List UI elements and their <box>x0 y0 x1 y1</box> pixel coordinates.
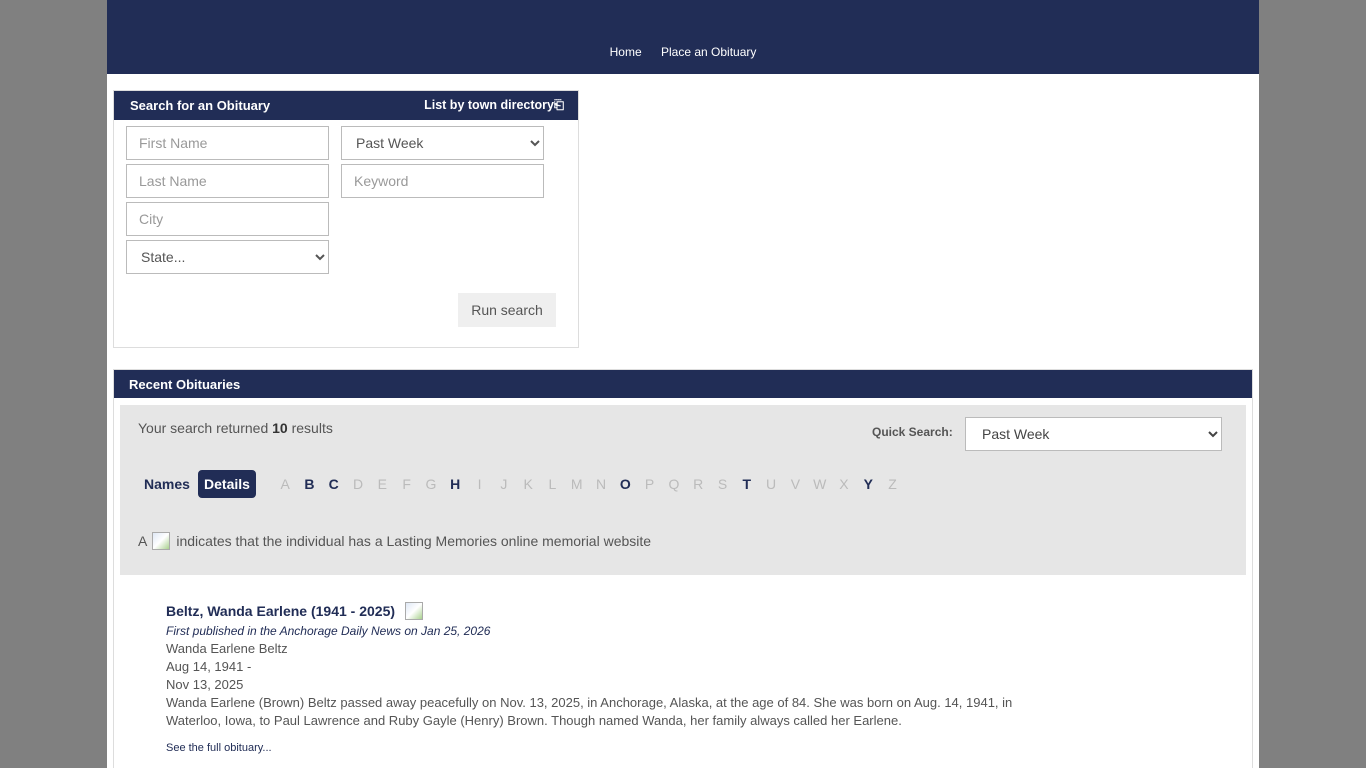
letter-g: G <box>425 476 437 492</box>
full-obituary-link[interactable]: See the full obituary... <box>166 742 272 754</box>
view-details-toggle[interactable]: Details <box>198 470 256 498</box>
recent-obituaries-header: Recent Obituaries <box>114 370 1252 398</box>
letter-k: K <box>523 476 533 492</box>
obituary-line: Nov 13, 2025 <box>166 677 244 692</box>
letter-n: N <box>595 476 607 492</box>
obituary-name-link[interactable]: Beltz, Wanda Earlene (1941 - 2025) <box>166 603 395 619</box>
letter-c[interactable]: C <box>322 476 346 492</box>
quick-search-select[interactable]: Past Week <box>965 417 1222 451</box>
letter-u: U <box>766 476 777 492</box>
memorial-legend: A indicates that the individual has a La… <box>138 532 651 550</box>
letter-r: R <box>693 476 704 492</box>
town-directory-link[interactable]: List by town directory⎗ <box>424 98 564 113</box>
legend-prefix: A <box>138 533 151 549</box>
letter-x: X <box>839 476 849 492</box>
last-name-input[interactable] <box>126 164 329 198</box>
letter-m: M <box>570 476 583 492</box>
nav-place-obituary-link[interactable]: Place an Obituary <box>661 45 756 59</box>
recent-obituaries-panel: Recent Obituaries Your search returned 1… <box>113 369 1253 768</box>
main-nav: Home Place an Obituary <box>107 45 1259 59</box>
letter-w: W <box>813 476 827 492</box>
view-names-toggle[interactable]: Names <box>144 476 190 492</box>
letter-o[interactable]: O <box>613 476 637 492</box>
letter-s: S <box>717 476 728 492</box>
obituary-line: Wanda Earlene Beltz <box>166 641 288 656</box>
letter-a: A <box>280 476 290 492</box>
state-select[interactable]: State... <box>126 240 329 274</box>
letter-j: J <box>500 476 508 492</box>
obituary-name-row: Beltz, Wanda Earlene (1941 - 2025) <box>166 602 1046 620</box>
letter-b[interactable]: B <box>297 476 321 492</box>
page: Home Place an Obituary Search for an Obi… <box>107 0 1259 768</box>
letter-e: E <box>377 476 387 492</box>
legend-text: indicates that the individual has a Last… <box>172 533 652 549</box>
letter-d: D <box>352 476 364 492</box>
published-info: First published in the Anchorage Daily N… <box>166 624 491 638</box>
obituary-line: Wanda Earlene (Brown) Beltz passed away … <box>166 695 1013 710</box>
period-select[interactable]: Past Week <box>341 126 544 160</box>
results-count: 10 <box>272 420 288 436</box>
run-search-button[interactable]: Run search <box>458 293 556 327</box>
keyword-input[interactable] <box>341 164 544 198</box>
letter-i: I <box>477 476 482 492</box>
memorial-image-icon <box>152 532 171 550</box>
obituary-line: Waterloo, Iowa, to Paul Lawrence and Rub… <box>166 713 902 728</box>
results-summary: Your search returned 10 results <box>138 420 333 436</box>
obituary-line: Aug 14, 1941 - <box>166 659 252 674</box>
recent-obituaries-title: Recent Obituaries <box>129 377 241 392</box>
first-name-input[interactable] <box>126 126 329 160</box>
memorial-image-icon[interactable] <box>404 602 423 620</box>
quick-search-label: Quick Search: <box>872 425 953 439</box>
search-panel-title: Search for an Obituary <box>130 98 271 113</box>
nav-home-link[interactable]: Home <box>610 45 642 59</box>
results-prefix: Your search returned <box>138 420 273 436</box>
obituary-entry: Beltz, Wanda Earlene (1941 - 2025) First… <box>166 602 1046 756</box>
top-navigation-bar: Home Place an Obituary <box>107 0 1259 74</box>
obituary-body: Wanda Earlene Beltz Aug 14, 1941 - Nov 1… <box>166 640 1046 730</box>
letter-l: L <box>548 476 557 492</box>
search-panel: Search for an Obituary List by town dire… <box>113 90 579 348</box>
letter-z: Z <box>888 476 897 492</box>
alphabet-filter: ABCDEFGHI JKLMNOPQRSTUVWXYZ <box>273 476 905 492</box>
letter-p: P <box>644 476 655 492</box>
letter-t[interactable]: T <box>735 476 759 492</box>
letter-h[interactable]: H <box>443 476 467 492</box>
letter-q: Q <box>668 476 680 492</box>
filter-box: Your search returned 10 results Quick Se… <box>120 405 1246 575</box>
city-input[interactable] <box>126 202 329 236</box>
search-panel-header: Search for an Obituary List by town dire… <box>114 91 578 120</box>
letter-f: F <box>402 476 411 492</box>
results-suffix: results <box>287 420 333 436</box>
letter-y[interactable]: Y <box>856 476 880 492</box>
letter-v: V <box>790 476 801 492</box>
